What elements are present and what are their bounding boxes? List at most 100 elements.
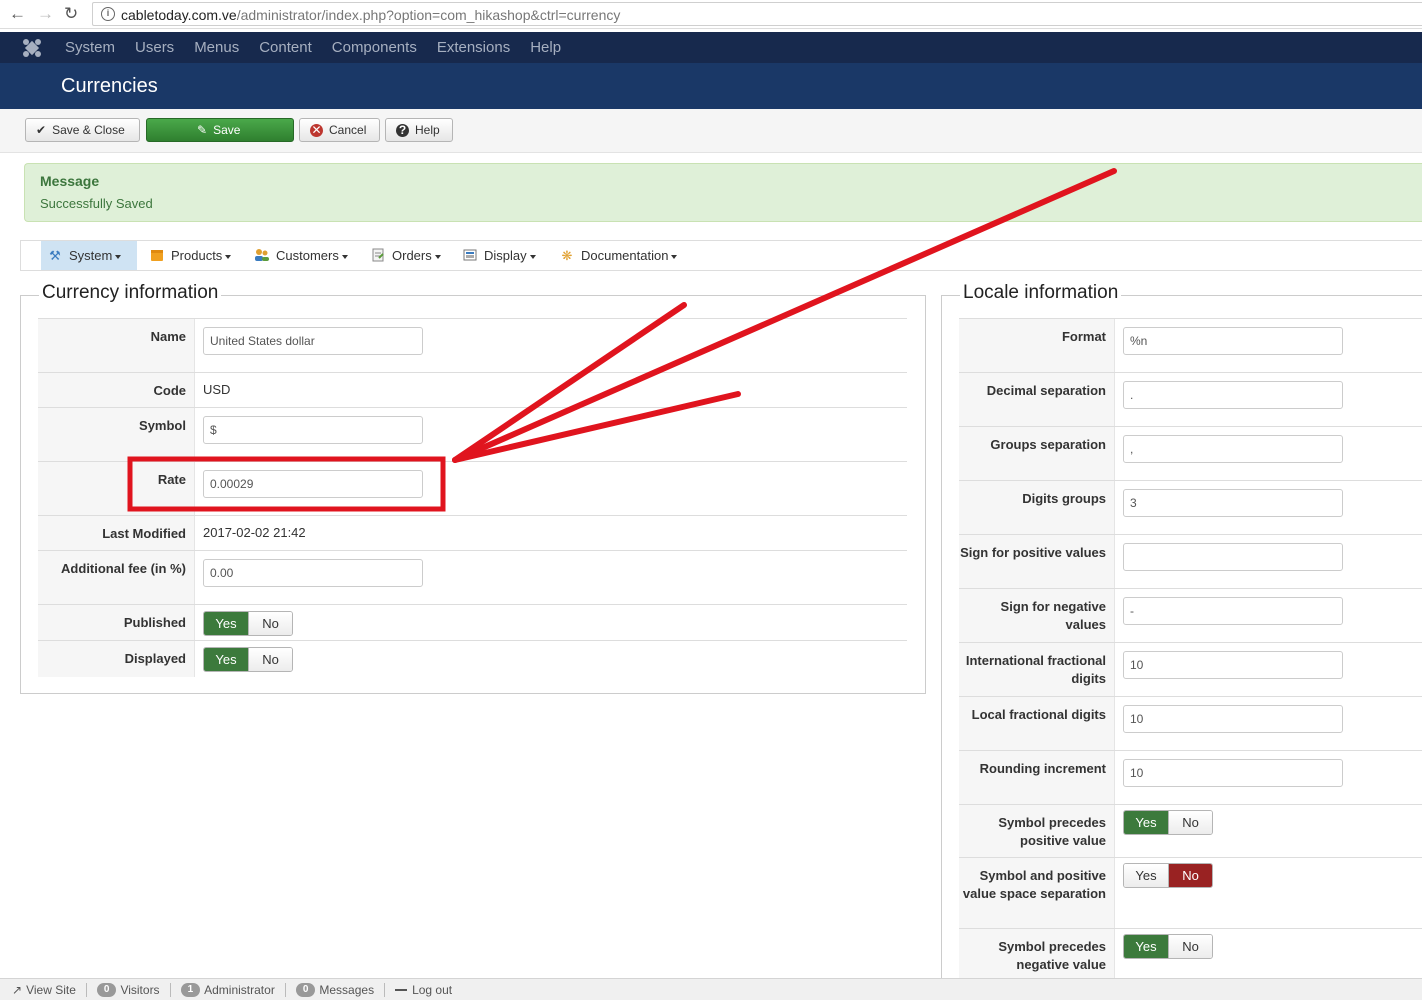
sign-positive-input[interactable] bbox=[1123, 543, 1343, 571]
topnav-help[interactable]: Help bbox=[520, 39, 571, 56]
topnav-extensions[interactable]: Extensions bbox=[427, 39, 520, 56]
joomla-logo-icon[interactable] bbox=[22, 38, 42, 58]
box-icon bbox=[149, 248, 165, 264]
help-button[interactable]: ? Help bbox=[385, 118, 453, 142]
name-label: Name bbox=[38, 319, 195, 373]
displayed-no[interactable]: No bbox=[248, 648, 292, 671]
rounding-input[interactable]: 10 bbox=[1123, 759, 1343, 787]
tools-icon: ⚒ bbox=[49, 247, 61, 263]
symbol-precedes-negative-no[interactable]: No bbox=[1168, 935, 1212, 958]
messages-item[interactable]: 0 Messages bbox=[286, 982, 386, 997]
symbol-precedes-negative-yes[interactable]: Yes bbox=[1124, 935, 1168, 958]
symbol-input[interactable]: $ bbox=[203, 416, 423, 444]
published-yes[interactable]: Yes bbox=[204, 612, 248, 635]
name-row: Name United States dollar bbox=[38, 318, 907, 373]
symbol-precedes-positive-label: Symbol precedes positive value bbox=[959, 805, 1115, 858]
decimal-separation-label: Decimal separation bbox=[959, 373, 1115, 427]
additional-fee-row: Additional fee (in %) 0.00 bbox=[38, 550, 907, 605]
caret-icon bbox=[341, 254, 348, 259]
caret-icon bbox=[529, 254, 536, 259]
published-row: Published Yes No bbox=[38, 604, 907, 640]
view-site-link[interactable]: ↗ View Site bbox=[12, 982, 87, 997]
hikashop-menu: ⚒ System Products Customers Orders Displ… bbox=[20, 240, 1422, 271]
additional-fee-label: Additional fee (in %) bbox=[38, 551, 195, 605]
cancel-button[interactable]: ✕ Cancel bbox=[299, 118, 380, 142]
symbol-precedes-positive-yes[interactable]: Yes bbox=[1124, 811, 1168, 834]
topnav-menus[interactable]: Menus bbox=[184, 39, 249, 56]
reload-icon[interactable]: ↻ bbox=[64, 4, 78, 24]
message-text: Successfully Saved bbox=[40, 196, 153, 211]
caret-icon bbox=[434, 254, 441, 259]
messages-badge: 0 bbox=[295, 982, 316, 997]
local-fractional-input[interactable]: 10 bbox=[1123, 705, 1343, 733]
code-value: USD bbox=[203, 382, 231, 397]
additional-fee-input[interactable]: 0.00 bbox=[203, 559, 423, 587]
menu-customers[interactable]: Customers bbox=[248, 241, 354, 270]
rounding-row: Rounding increment 10 bbox=[959, 750, 1422, 805]
symbol-precedes-negative-label: Symbol precedes negative value bbox=[959, 929, 1115, 978]
menu-system[interactable]: ⚒ System bbox=[41, 241, 137, 270]
status-bar: ↗ View Site 0 Visitors 1 Administrator 0… bbox=[0, 978, 1422, 1000]
last-modified-value: 2017-02-02 21:42 bbox=[203, 525, 306, 540]
digits-groups-row: Digits groups 3 bbox=[959, 480, 1422, 535]
browser-bar: ← → ↻ i cabletoday.com.ve/administrator/… bbox=[0, 0, 1422, 29]
document-icon bbox=[370, 248, 386, 264]
edit-icon: ✎ bbox=[197, 123, 208, 137]
format-row: Format %n bbox=[959, 318, 1422, 373]
back-arrow-icon[interactable]: ← bbox=[9, 4, 26, 24]
rate-input[interactable]: 0.00029 bbox=[203, 470, 423, 498]
code-row: Code USD bbox=[38, 372, 907, 407]
address-bar[interactable]: i cabletoday.com.ve/administrator/index.… bbox=[92, 2, 1422, 26]
topnav-system[interactable]: System bbox=[55, 39, 125, 56]
published-toggle: Yes No bbox=[203, 611, 293, 636]
digits-groups-input[interactable]: 3 bbox=[1123, 489, 1343, 517]
topnav-users[interactable]: Users bbox=[125, 39, 184, 56]
currency-info-legend: Currency information bbox=[39, 282, 222, 304]
decimal-separation-input[interactable]: . bbox=[1123, 381, 1343, 409]
menu-products[interactable]: Products bbox=[143, 241, 237, 270]
last-modified-row: Last Modified 2017-02-02 21:42 bbox=[38, 515, 907, 550]
save-button[interactable]: ✎ Save bbox=[146, 118, 294, 142]
locale-info-legend: Locale information bbox=[960, 282, 1122, 304]
format-label: Format bbox=[959, 319, 1115, 373]
rounding-label: Rounding increment bbox=[959, 751, 1115, 805]
symbol-label: Symbol bbox=[38, 408, 195, 462]
symbol-space-toggle: Yes No bbox=[1123, 863, 1213, 888]
local-fractional-label: Local fractional digits bbox=[959, 697, 1115, 751]
menu-documentation[interactable]: ❋ Documentation bbox=[553, 241, 683, 270]
intl-fractional-input[interactable]: 10 bbox=[1123, 651, 1343, 679]
message-title: Message bbox=[40, 173, 100, 189]
caret-icon bbox=[115, 254, 122, 259]
displayed-yes[interactable]: Yes bbox=[204, 648, 248, 671]
symbol-space-label: Symbol and positive value space separati… bbox=[959, 858, 1115, 929]
displayed-toggle: Yes No bbox=[203, 647, 293, 672]
menu-display[interactable]: Display bbox=[456, 241, 542, 270]
displayed-label: Displayed bbox=[38, 641, 195, 677]
name-input[interactable]: United States dollar bbox=[203, 327, 423, 355]
page-title: Currencies bbox=[61, 75, 158, 97]
published-label: Published bbox=[38, 605, 195, 640]
caret-icon bbox=[225, 254, 232, 259]
published-no[interactable]: No bbox=[248, 612, 292, 635]
forward-arrow-icon[interactable]: → bbox=[37, 4, 54, 24]
rate-row: Rate 0.00029 bbox=[38, 461, 907, 516]
groups-separation-input[interactable]: , bbox=[1123, 435, 1343, 463]
symbol-precedes-positive-no[interactable]: No bbox=[1168, 811, 1212, 834]
info-icon[interactable]: i bbox=[101, 7, 115, 21]
menu-orders[interactable]: Orders bbox=[364, 241, 447, 270]
topnav-components[interactable]: Components bbox=[322, 39, 427, 56]
format-input[interactable]: %n bbox=[1123, 327, 1343, 355]
display-icon bbox=[462, 248, 478, 264]
sign-negative-input[interactable]: - bbox=[1123, 597, 1343, 625]
symbol-space-no[interactable]: No bbox=[1168, 864, 1212, 887]
topnav-content[interactable]: Content bbox=[249, 39, 322, 56]
symbol-precedes-positive-row: Symbol precedes positive value Yes No bbox=[959, 804, 1422, 858]
symbol-precedes-negative-row: Symbol precedes negative value Yes No bbox=[959, 928, 1422, 978]
success-message: Message Successfully Saved bbox=[24, 163, 1422, 222]
help-icon: ? bbox=[396, 123, 409, 137]
symbol-space-yes[interactable]: Yes bbox=[1124, 864, 1168, 887]
logout-link[interactable]: Log out bbox=[385, 983, 462, 997]
save-close-button[interactable]: ✔ Save & Close bbox=[25, 118, 140, 142]
code-label: Code bbox=[38, 373, 195, 407]
rate-label: Rate bbox=[38, 462, 195, 516]
